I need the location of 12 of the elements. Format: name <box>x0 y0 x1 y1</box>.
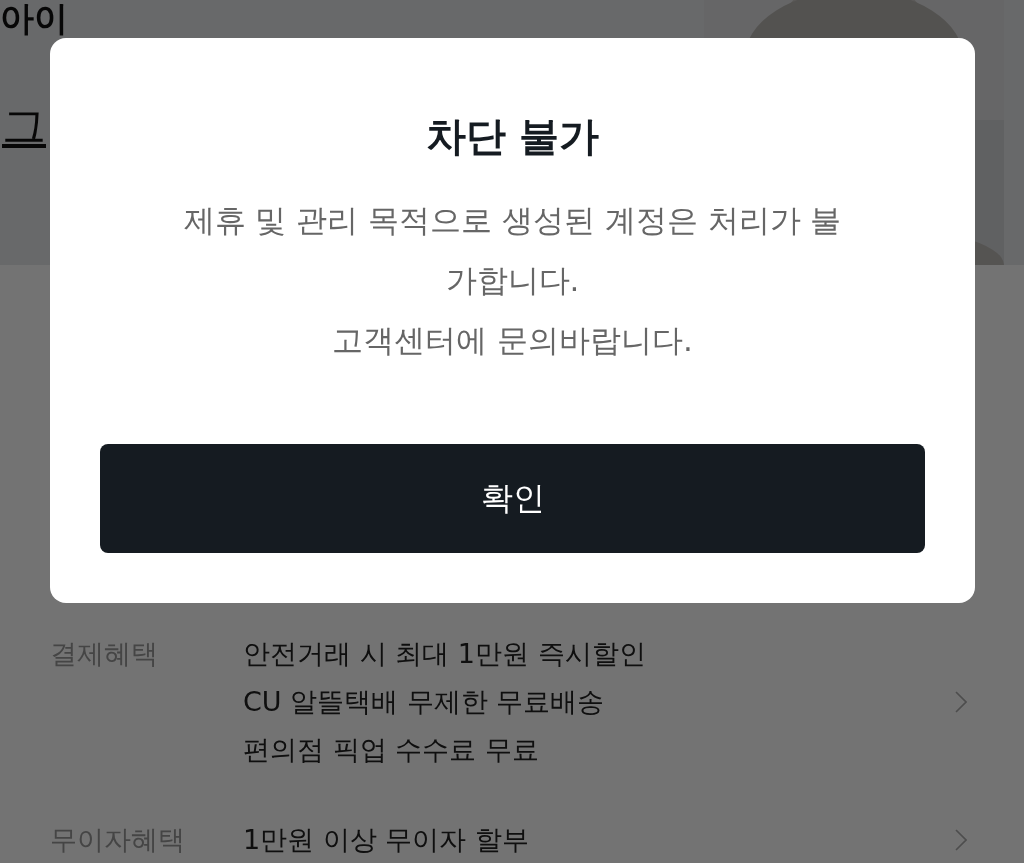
dialog-message: 고객센터에 문의바랍니다. <box>331 321 694 360</box>
dialog-message: 제휴 및 관리 목적으로 생성된 계정은 처리가 불가합니다. <box>182 201 843 300</box>
chevron-right-icon[interactable] <box>955 691 967 713</box>
page-heading: 아이 <box>0 1 68 35</box>
confirm-button[interactable]: 확인 <box>100 444 925 553</box>
chevron-right-icon[interactable] <box>955 829 967 851</box>
benefit-text: 안전거래 시 최대 1만원 즉시할인 <box>243 637 646 671</box>
benefit-text: 편의점 픽업 수수료 무료 <box>243 733 539 767</box>
benefit-text: 1만원 이상 무이자 할부 <box>243 823 529 857</box>
text-link[interactable]: 그 <box>2 97 46 156</box>
dialog-title: 차단 불가 <box>425 112 600 161</box>
benefit-text: CU 알뜰택배 무제한 무료배송 <box>243 685 605 719</box>
